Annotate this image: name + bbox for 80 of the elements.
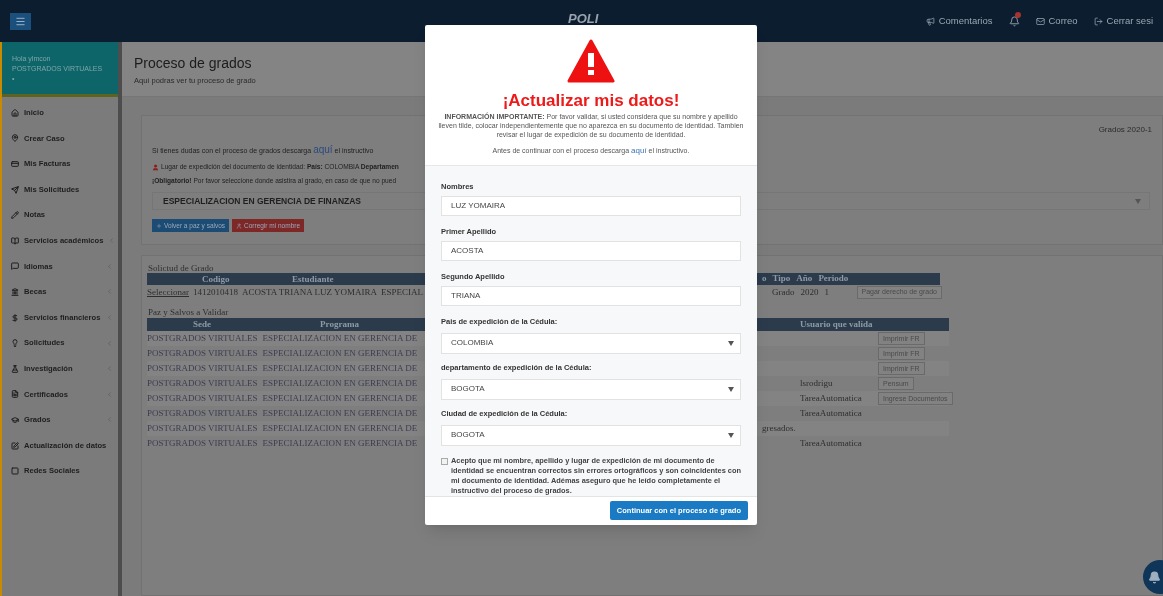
table-cell-text: lsrodrigu bbox=[800, 376, 834, 390]
help-link[interactable]: aquí bbox=[313, 144, 333, 155]
dropdown[interactable]: BOGOTA bbox=[441, 378, 741, 400]
download-link[interactable]: aquí bbox=[631, 146, 647, 155]
person-icon bbox=[152, 163, 159, 171]
table-cell-text: 2020 bbox=[800, 285, 819, 299]
consent-checkbox[interactable] bbox=[441, 457, 448, 465]
table-cell-text: TareaAutomatica bbox=[800, 436, 863, 450]
menu-item-icon bbox=[11, 441, 19, 450]
column-header: Programa bbox=[319, 318, 360, 331]
menu-item-icon bbox=[11, 211, 19, 220]
table-cell-text: TareaAutomatica bbox=[800, 391, 863, 405]
table-cell-text: POSTGRADOS VIRTUALES bbox=[147, 406, 258, 420]
table-cell-text: Grado bbox=[772, 285, 795, 299]
top-link[interactable]: Correo bbox=[1035, 13, 1078, 29]
table-cell-text: ESPECIALIZACION EN GERENCIA DE bbox=[262, 391, 418, 405]
menu-item-icon bbox=[11, 185, 19, 194]
table-cell-text: gresados. bbox=[762, 421, 797, 435]
table-cell-text: TareaAutomatica bbox=[800, 406, 863, 420]
table-cell-text: ACOSTA TRIANA LUZ YOMAIRA bbox=[242, 285, 378, 299]
period-label: Grados 2020-1 bbox=[1098, 124, 1152, 136]
table-cell-text: ESPECIALIZACION EN GERENCIA DE bbox=[262, 421, 418, 435]
menu-item-icon bbox=[11, 390, 19, 399]
menu-item-icon bbox=[11, 160, 19, 168]
menu-item-icon bbox=[11, 415, 19, 424]
dropdown[interactable]: BOGOTA bbox=[441, 424, 741, 446]
menu-item-icon bbox=[11, 313, 19, 322]
page-title: Proceso de grados bbox=[134, 54, 253, 72]
column-header: Año bbox=[796, 272, 813, 286]
logo: POLI bbox=[568, 10, 599, 28]
plus-icon bbox=[156, 222, 162, 229]
menu-icon bbox=[15, 15, 26, 27]
table-cell-text: POSTGRADOS VIRTUALES bbox=[147, 361, 258, 375]
table-cell-text: POSTGRADOS VIRTUALES bbox=[147, 331, 258, 345]
bell-icon bbox=[1008, 15, 1020, 27]
menu-item-icon bbox=[11, 134, 19, 143]
dropdown-caret-icon bbox=[728, 432, 734, 438]
column-header: Codigo bbox=[202, 273, 231, 286]
text-field[interactable]: ACOSTA bbox=[441, 240, 741, 261]
menu-item-icon bbox=[11, 108, 19, 117]
menu-button[interactable] bbox=[10, 12, 31, 30]
top-link[interactable]: Cerrar sesi bbox=[1093, 13, 1153, 29]
mail-icon bbox=[1035, 16, 1045, 26]
menu-item-icon bbox=[11, 262, 19, 271]
column-header: Periodo bbox=[818, 272, 849, 286]
top-link[interactable]: Comentarios bbox=[925, 13, 993, 29]
table-cell-text: POSTGRADOS VIRTUALES bbox=[147, 391, 258, 405]
table-cell-text: 1412010418 bbox=[193, 285, 238, 299]
menu-item-icon bbox=[11, 236, 19, 245]
table-cell-text: POSTGRADOS VIRTUALES bbox=[147, 376, 258, 390]
menu-item-icon bbox=[11, 467, 19, 476]
table-title: Solictud de Grado bbox=[147, 262, 215, 273]
dropdown-caret-icon bbox=[728, 340, 734, 346]
table-cell-text: POSTGRADOS VIRTUALES bbox=[147, 421, 258, 435]
text-field[interactable]: TRIANA bbox=[441, 285, 741, 306]
select-link[interactable]: Seleccionar bbox=[147, 285, 189, 300]
table-cell-text: ESPECIALIZACION EN GERENCIA DE bbox=[262, 331, 418, 345]
table-cell-text: POSTGRADOS VIRTUALES bbox=[147, 346, 258, 360]
text-field[interactable]: LUZ YOMAIRA bbox=[441, 195, 741, 216]
menu-item-icon bbox=[11, 364, 19, 373]
dialog-title: ¡Actualizar mis datos! bbox=[502, 91, 680, 111]
warning-icon bbox=[567, 39, 615, 83]
table-cell-text: ESPECIALIZACION EN GERENCIA DE bbox=[262, 361, 418, 375]
dropdown[interactable]: COLOMBIA bbox=[441, 332, 741, 354]
column-header: Sede bbox=[192, 318, 212, 331]
column-header: o bbox=[762, 272, 767, 286]
megaphone-icon bbox=[925, 16, 935, 26]
column-header: Tipo bbox=[772, 272, 791, 286]
bell-icon bbox=[1147, 570, 1161, 584]
notification-bell[interactable] bbox=[1008, 15, 1020, 27]
column-header: Usuario que valida bbox=[800, 317, 873, 331]
dropdown-caret-icon bbox=[1135, 198, 1141, 204]
table-title: Paz y Salvos a Validar bbox=[147, 306, 230, 318]
person-icon bbox=[236, 222, 243, 229]
logout-icon bbox=[1093, 16, 1103, 26]
menu-item-icon bbox=[11, 287, 19, 296]
column-header: Estudiante bbox=[292, 273, 335, 286]
menu-item-icon bbox=[11, 339, 19, 348]
table-cell-text: ESPECIAL bbox=[381, 285, 424, 299]
table-cell-text: POSTGRADOS VIRTUALES bbox=[147, 436, 258, 450]
